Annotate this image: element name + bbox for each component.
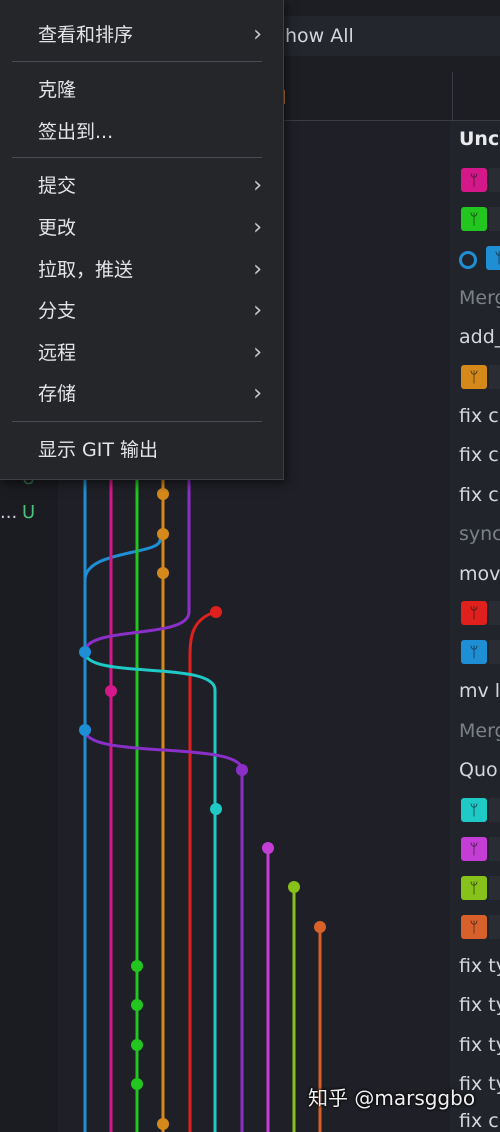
watermark: 知乎 @marsggbo bbox=[308, 1086, 476, 1110]
branch-line-red bbox=[188, 610, 217, 1132]
menu-item-stash[interactable]: 存储 › bbox=[0, 375, 284, 413]
branch-icon: ᛘ bbox=[461, 915, 487, 939]
menu-separator bbox=[12, 61, 262, 62]
chevron-right-icon: › bbox=[253, 257, 262, 282]
git-context-menu: 查看和排序 › 克隆 签出到... 提交 › 更改 › 拉取，推送 › 分支 ›… bbox=[0, 0, 284, 480]
commit-dot[interactable] bbox=[105, 685, 117, 697]
branch-icon: ᛘ bbox=[486, 246, 500, 270]
commit-dot[interactable] bbox=[131, 960, 143, 972]
menu-separator bbox=[12, 421, 262, 422]
commit-dot[interactable] bbox=[157, 528, 169, 540]
commit-message[interactable]: Merg bbox=[459, 287, 500, 309]
chevron-right-icon: › bbox=[253, 173, 262, 198]
current-head-marker bbox=[459, 251, 477, 269]
menu-item-show-git-output[interactable]: 显示 GIT 输出 bbox=[0, 431, 284, 469]
commit-dot[interactable] bbox=[131, 999, 143, 1011]
branch-badge[interactable]: ᛘ bbox=[484, 244, 500, 272]
menu-item-clone[interactable]: 克隆 bbox=[0, 71, 284, 109]
commit-dot[interactable] bbox=[79, 724, 91, 736]
commit-dot[interactable] bbox=[131, 1078, 143, 1090]
menu-item-commit[interactable]: 提交 › bbox=[0, 167, 284, 205]
menu-item-label: 远程 bbox=[38, 342, 77, 364]
commit-message[interactable]: fix ty bbox=[459, 1034, 500, 1056]
branch-icon: ᛘ bbox=[461, 168, 487, 192]
branch-badge[interactable]: ᛘ bbox=[459, 166, 500, 194]
menu-item-label: 签出到... bbox=[38, 121, 114, 143]
branch-line-blue bbox=[83, 478, 162, 581]
branch-badge[interactable]: ᛘ bbox=[459, 796, 500, 824]
menu-item-pull-push[interactable]: 拉取，推送 › bbox=[0, 251, 284, 289]
commit-dot[interactable] bbox=[79, 646, 91, 658]
commit-message[interactable]: Quo bbox=[459, 759, 498, 781]
chevron-right-icon: › bbox=[253, 340, 262, 365]
menu-item-label: 查看和排序 bbox=[38, 24, 134, 46]
chevron-right-icon: › bbox=[253, 381, 262, 406]
chevron-right-icon: › bbox=[253, 22, 262, 47]
menu-item-label: 克隆 bbox=[38, 79, 77, 101]
menu-item-branch[interactable]: 分支 › bbox=[0, 292, 284, 330]
branch-icon: ᛘ bbox=[461, 601, 487, 625]
commit-dot[interactable] bbox=[157, 567, 169, 579]
commit-message[interactable]: fix ty bbox=[459, 955, 500, 977]
commit-message[interactable]: Merg bbox=[459, 720, 500, 742]
branch-badge[interactable]: ᛘ bbox=[459, 835, 500, 863]
commit-dot[interactable] bbox=[236, 764, 248, 776]
commit-dot[interactable] bbox=[131, 1039, 143, 1051]
commit-message[interactable]: Unco bbox=[459, 128, 500, 150]
menu-item-label: 显示 GIT 输出 bbox=[38, 439, 159, 461]
commit-message[interactable]: fix ci bbox=[459, 484, 500, 506]
chevron-right-icon: › bbox=[253, 215, 262, 240]
commit-dot[interactable] bbox=[210, 803, 222, 815]
commit-dot[interactable] bbox=[314, 921, 326, 933]
menu-item-view-sort[interactable]: 查看和排序 › bbox=[0, 16, 284, 54]
menu-item-changes[interactable]: 更改 › bbox=[0, 209, 284, 247]
commit-message[interactable]: mov bbox=[459, 563, 500, 585]
menu-item-label: 提交 bbox=[38, 175, 77, 197]
commit-dot[interactable] bbox=[210, 606, 222, 618]
commit-message[interactable]: fix ci bbox=[459, 405, 500, 427]
branch-badge[interactable]: ᛘ bbox=[459, 363, 500, 391]
commit-dot[interactable] bbox=[288, 881, 300, 893]
menu-item-label: 分支 bbox=[38, 300, 77, 322]
commit-dot[interactable] bbox=[157, 488, 169, 500]
commit-message[interactable]: fix ty bbox=[459, 994, 500, 1016]
commit-message[interactable]: add_ bbox=[459, 326, 500, 348]
branch-badge[interactable]: ᛘ bbox=[459, 913, 500, 941]
commit-message[interactable]: fix ci bbox=[459, 1110, 500, 1132]
branch-badge[interactable]: ᛘ bbox=[459, 874, 500, 902]
menu-item-label: 存储 bbox=[38, 383, 77, 405]
menu-separator bbox=[12, 157, 262, 158]
chevron-right-icon: › bbox=[253, 298, 262, 323]
commit-message[interactable]: mv l bbox=[459, 680, 500, 702]
menu-item-checkout[interactable]: 签出到... bbox=[0, 113, 284, 151]
commit-dot[interactable] bbox=[157, 1118, 169, 1130]
commit-message[interactable]: sync bbox=[459, 523, 500, 545]
branch-icon: ᛘ bbox=[461, 365, 487, 389]
branch-icon: ᛘ bbox=[461, 207, 487, 231]
menu-item-remote[interactable]: 远程 › bbox=[0, 334, 284, 372]
branch-icon: ᛘ bbox=[461, 837, 487, 861]
menu-item-label: 更改 bbox=[38, 217, 77, 239]
branch-icon: ᛘ bbox=[461, 876, 487, 900]
branch-icon: ᛘ bbox=[461, 798, 487, 822]
branch-badge[interactable]: ᛘ bbox=[459, 638, 500, 666]
branch-badge[interactable]: ᛘ bbox=[459, 599, 500, 627]
branch-badge[interactable]: ᛘ bbox=[459, 205, 500, 233]
commit-message[interactable]: fix ci bbox=[459, 444, 500, 466]
commit-dot[interactable] bbox=[262, 842, 274, 854]
branch-icon: ᛘ bbox=[461, 640, 487, 664]
branch-line-cyan bbox=[83, 650, 217, 1132]
menu-item-label: 拉取，推送 bbox=[38, 259, 134, 281]
